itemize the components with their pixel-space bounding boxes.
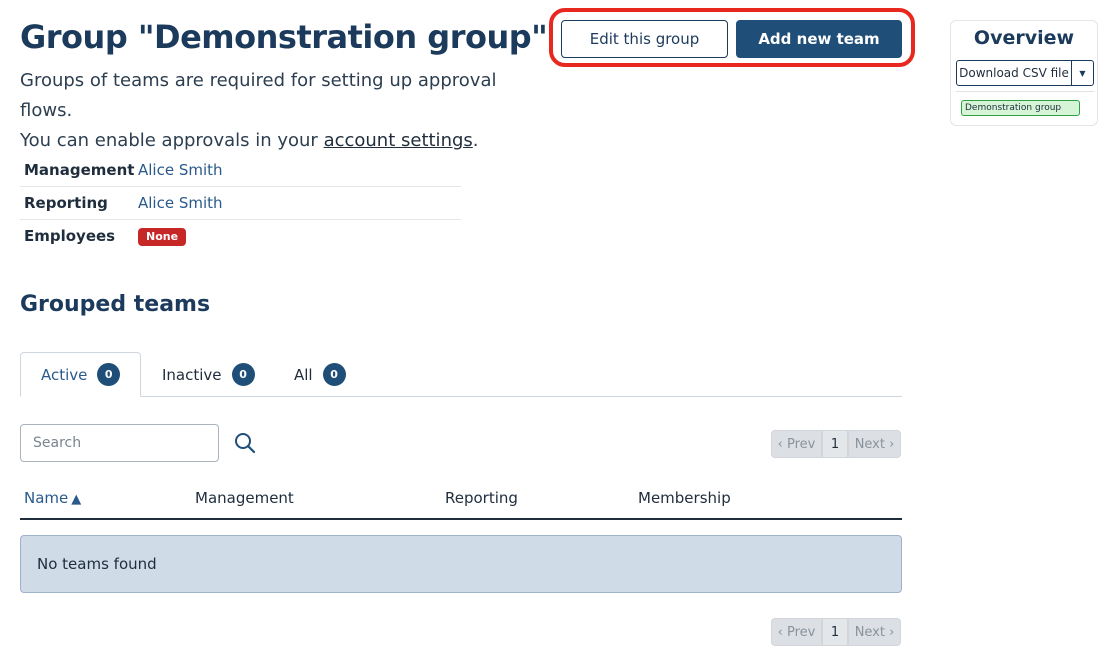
next-page-button[interactable]: Next › [848, 618, 901, 646]
page-number[interactable]: 1 [822, 618, 848, 646]
search-icon[interactable] [234, 432, 256, 454]
tab-inactive[interactable]: Inactive 0 [162, 352, 255, 397]
count-badge: 0 [322, 363, 346, 386]
description-suffix: . [472, 130, 479, 151]
overview-title: Overview [973, 27, 1075, 49]
add-new-team-button[interactable]: Add new team [736, 20, 902, 58]
pagination-top: ‹ Prev 1 Next › [771, 430, 901, 458]
column-reporting-header: Reporting [445, 489, 518, 507]
count-badge: 0 [97, 363, 120, 386]
management-user-link[interactable]: Alice Smith [138, 161, 223, 179]
group-chip[interactable]: Demonstration group [961, 100, 1080, 116]
tab-label: Active [41, 365, 88, 384]
column-name-header[interactable]: Name ▲ [24, 489, 81, 507]
employees-none-badge: None [138, 228, 187, 246]
tab-label: All [294, 365, 313, 384]
tab-all[interactable]: All 0 [294, 352, 346, 397]
edit-group-button[interactable]: Edit this group [561, 20, 728, 58]
teams-table-header: Name ▲ Management Reporting Membership [20, 482, 902, 520]
download-csv-button[interactable]: Download CSV file [956, 60, 1072, 86]
info-label: Management [20, 154, 138, 187]
next-page-button[interactable]: Next › [848, 430, 901, 458]
overview-panel: Overview Download CSV file ▼ Demonstrati… [950, 20, 1098, 126]
team-status-tabs: Active 0 Inactive 0 All 0 [20, 352, 902, 397]
prev-page-button[interactable]: ‹ Prev [771, 618, 822, 646]
download-options-caret[interactable]: ▼ [1071, 60, 1094, 86]
count-badge: 0 [231, 363, 255, 386]
search-input[interactable] [20, 424, 219, 462]
grouped-teams-title: Grouped teams [20, 292, 211, 317]
column-management-header: Management [195, 489, 294, 507]
page-description: Groups of teams are required for setting… [20, 66, 540, 156]
prev-page-button[interactable]: ‹ Prev [771, 430, 822, 458]
sort-ascending-icon: ▲ [71, 492, 82, 507]
description-prefix: You can enable approvals in your [20, 130, 324, 151]
column-membership-header: Membership [638, 489, 731, 507]
empty-state-message: No teams found [20, 535, 902, 593]
pagination-bottom: ‹ Prev 1 Next › [771, 618, 901, 646]
account-settings-link[interactable]: account settings [324, 130, 473, 151]
page-title: Group "Demonstration group" [20, 18, 548, 56]
tabs-divider [20, 396, 902, 397]
info-label: Reporting [20, 186, 138, 220]
info-row-management: Management Alice Smith [20, 154, 461, 187]
page-number[interactable]: 1 [822, 430, 848, 458]
tab-label: Inactive [162, 365, 222, 384]
info-label: Employees [24, 227, 116, 245]
group-info-table: Management Alice Smith Reporting Alice S… [20, 154, 461, 252]
info-row-employees: Employees None [20, 220, 461, 253]
overview-divider [956, 91, 1094, 92]
caret-down-icon: ▼ [1079, 68, 1086, 78]
description-line-1: Groups of teams are required for setting… [20, 70, 497, 121]
tab-active[interactable]: Active 0 [20, 352, 141, 397]
info-row-reporting: Reporting Alice Smith [20, 186, 461, 220]
column-label: Name [24, 489, 69, 507]
reporting-user-link[interactable]: Alice Smith [138, 194, 223, 212]
